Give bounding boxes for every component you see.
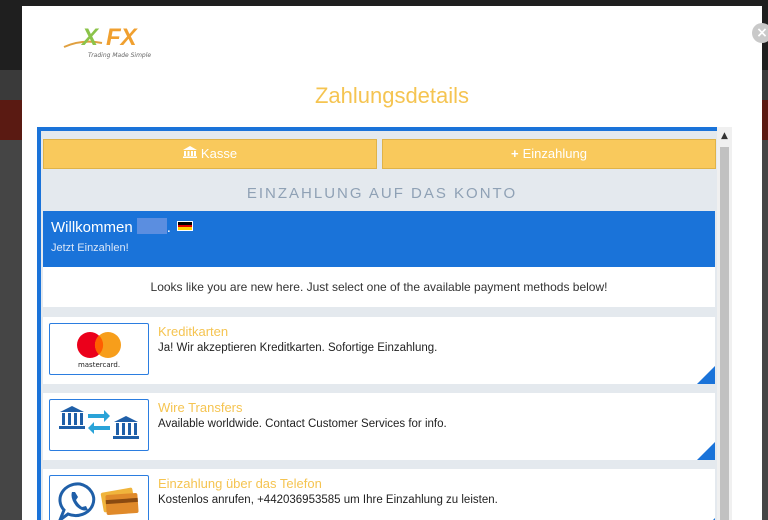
einzahlung-label: Einzahlung — [522, 146, 587, 161]
close-button[interactable]: × — [752, 23, 768, 43]
mastercard-icon: mastercard. — [49, 323, 149, 375]
method-title: Wire Transfers — [158, 400, 243, 415]
svg-text:FX: FX — [106, 24, 139, 51]
vertical-scrollbar[interactable]: ▲ — [717, 127, 732, 520]
scroll-up-arrow-icon[interactable]: ▲ — [717, 131, 732, 143]
kasse-tab-button[interactable]: Kasse — [43, 139, 377, 169]
payment-method-telefon[interactable]: Einzahlung über das Telefon Kostenlos an… — [43, 469, 715, 520]
welcome-title: Willkommen — [51, 219, 133, 236]
german-flag-icon — [176, 221, 193, 231]
section-heading: EINZAHLUNG AUF DAS KONTO — [246, 185, 518, 202]
welcome-title-row: Willkommen. — [51, 218, 193, 236]
method-title: Einzahlung über das Telefon — [158, 476, 322, 491]
welcome-suffix: . — [166, 219, 171, 236]
modal-title: Zahlungsdetails — [314, 83, 470, 108]
info-message: Looks like you are new here. Just select… — [43, 267, 715, 307]
mastercard-wordmark: mastercard. — [78, 361, 120, 369]
bank-transfer-icon — [49, 399, 149, 451]
corner-marker — [697, 442, 715, 460]
scrollbar-thumb[interactable] — [720, 147, 729, 520]
method-description: Ja! Wir akzeptieren Kreditkarten. Sofort… — [158, 342, 438, 354]
logo-tagline: Trading Made Simple — [88, 52, 152, 59]
welcome-subtitle: Jetzt Einzahlen! — [51, 242, 129, 254]
kasse-label: Kasse — [200, 146, 238, 161]
payment-modal: X FX Trading Made Simple × Zahlungsdetai… — [22, 6, 768, 520]
svg-text:X: X — [80, 24, 100, 51]
corner-marker — [697, 366, 715, 384]
payment-method-kreditkarten[interactable]: mastercard. Kreditkarten Ja! Wir akzepti… — [43, 317, 715, 384]
plus-icon: + — [511, 146, 519, 161]
method-title: Kreditkarten — [158, 324, 229, 339]
payment-method-wire-transfers[interactable]: Wire Transfers Available worldwide. Cont… — [43, 393, 715, 460]
method-description: Kostenlos anrufen, +442036953585 um Ihre… — [158, 494, 498, 506]
method-description: Available worldwide. Contact Customer Se… — [158, 418, 447, 430]
phone-card-icon — [49, 475, 149, 520]
user-name-redacted — [136, 218, 167, 234]
payment-panel: Kasse + Einzahlung EINZAHLUNG AUF DAS KON… — [37, 127, 719, 520]
einzahlung-tab-button[interactable]: + Einzahlung — [382, 139, 716, 169]
bank-icon — [182, 140, 197, 168]
welcome-banner: Willkommen. Jetzt Einzahlen! — [43, 211, 715, 267]
